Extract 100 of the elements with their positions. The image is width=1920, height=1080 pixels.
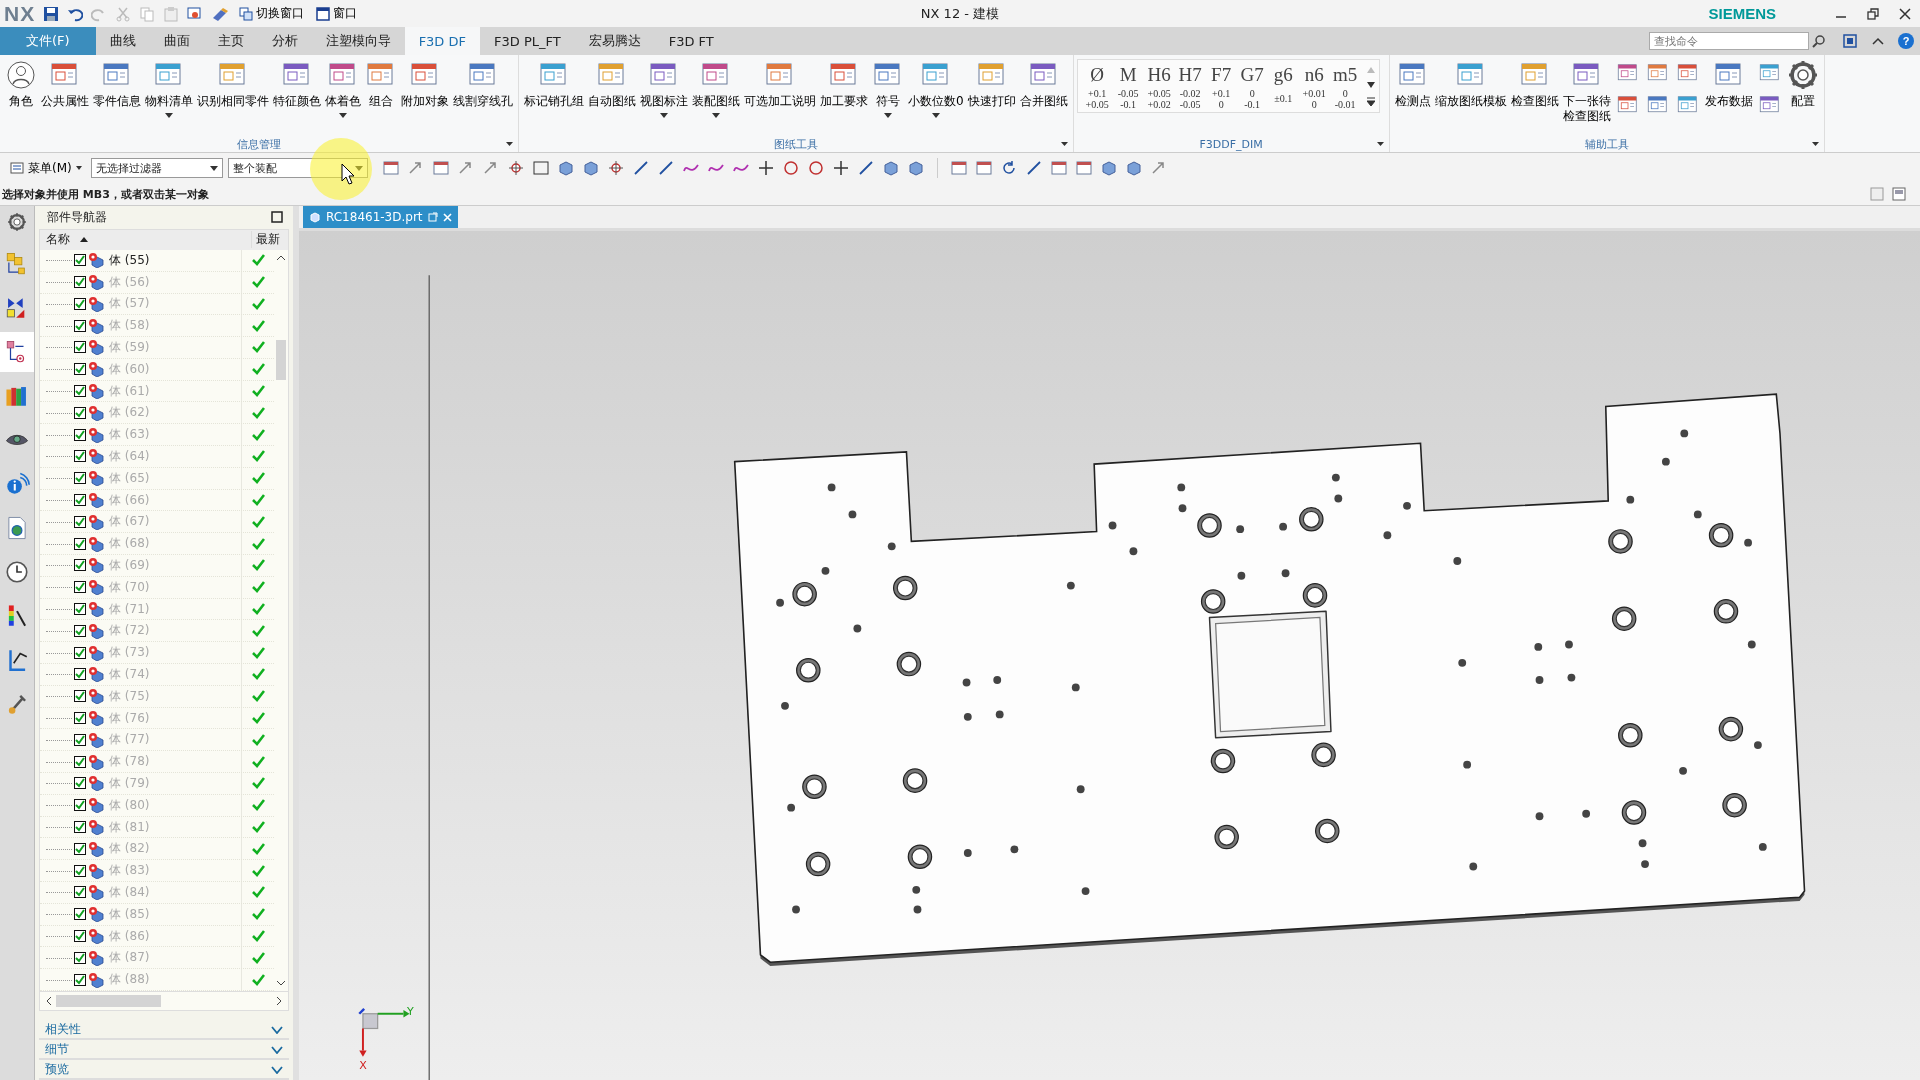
collapsible-section[interactable]: 相关性 [39, 1021, 289, 1040]
ribbon-button[interactable]: 物料清单 [143, 59, 195, 118]
checkbox[interactable] [74, 908, 86, 921]
checkbox[interactable] [74, 450, 86, 463]
checkbox[interactable] [74, 363, 86, 376]
tolerance-button[interactable]: Ø +0.1 +0.05 [1081, 62, 1113, 110]
checkbox[interactable] [74, 581, 86, 594]
ribbon-button[interactable]: 标记销孔组 [522, 59, 586, 109]
cube-icon[interactable] [556, 159, 575, 177]
sheet-icon[interactable] [1049, 159, 1068, 177]
ribbon-button[interactable]: 配置 [1784, 59, 1821, 109]
eraser-icon[interactable] [211, 5, 230, 22]
cube-icon[interactable] [1099, 159, 1118, 177]
tolerance-button[interactable]: n6 +0.01 0 [1298, 62, 1330, 110]
search-icon[interactable] [1812, 34, 1826, 48]
ribbon-button[interactable]: 加工要求 [818, 59, 870, 109]
checkbox[interactable] [74, 624, 86, 637]
quick-access-button[interactable]: 窗口 [314, 5, 360, 22]
column-header[interactable]: 最新 [251, 231, 288, 249]
crosshair-icon[interactable] [831, 159, 850, 177]
plate-drawing[interactable] [733, 393, 1806, 966]
ribbon-button[interactable]: 零件信息 [91, 59, 143, 109]
checkbox[interactable] [74, 472, 86, 485]
ribbon-button[interactable]: 公共属性 [39, 59, 91, 109]
checkbox[interactable] [74, 646, 86, 659]
sheet-icon[interactable] [431, 159, 450, 177]
document-tab[interactable]: RC18461-3D.prt [303, 206, 458, 228]
cube-icon[interactable] [881, 159, 900, 177]
ribbon-button[interactable]: 发布数据 [1702, 59, 1755, 109]
checkbox[interactable] [74, 276, 86, 289]
checkbox[interactable] [74, 755, 86, 768]
ribbon-tab[interactable]: F3D DF [404, 27, 480, 55]
ribbon-tab[interactable]: 主页 [203, 27, 258, 55]
close-icon[interactable] [1898, 6, 1912, 21]
checkbox[interactable] [74, 973, 86, 986]
ribbon-tab[interactable]: F3D PL_FT [480, 27, 575, 55]
tolerance-button[interactable]: m5 0 -0.01 [1329, 62, 1361, 110]
ribbon-tab[interactable]: 注塑模向导 [311, 27, 405, 55]
checkbox[interactable] [74, 864, 86, 877]
ribbon-button[interactable]: 组合 [363, 59, 399, 109]
ribbon-button[interactable]: 合并图纸 [1017, 59, 1070, 109]
filter-dropdown[interactable]: 整个装配 [227, 158, 368, 178]
column-header[interactable]: 名称 [46, 231, 70, 249]
ribbon-tab[interactable]: F3D FT [654, 27, 728, 55]
ribbon-button[interactable]: 检查图纸 [1508, 59, 1561, 109]
quick-access-button[interactable]: 切换窗口 [237, 5, 307, 22]
ribbon-button[interactable]: 视图标注 [638, 59, 690, 118]
sheet-icon[interactable] [974, 159, 993, 177]
tolerance-button[interactable]: H7 -0.02 -0.05 [1174, 62, 1206, 110]
checkbox[interactable] [74, 886, 86, 899]
collapsible-section[interactable]: 预览 [39, 1061, 289, 1080]
tolerance-button[interactable]: M -0.05 -0.1 [1112, 62, 1144, 110]
scroll-down-icon[interactable] [1366, 81, 1375, 88]
checkbox[interactable] [74, 537, 86, 550]
ribbon-button[interactable]: 缩放图纸模板 [1432, 59, 1509, 109]
panel-icon[interactable] [1892, 187, 1906, 201]
point-icon[interactable] [606, 159, 625, 177]
checkbox[interactable] [74, 821, 86, 833]
ribbon-button[interactable]: 小数位数0 [906, 59, 966, 118]
checkbox[interactable] [74, 428, 86, 441]
checkbox[interactable] [74, 930, 86, 942]
checkbox[interactable] [74, 951, 86, 964]
scroll-right-icon[interactable] [276, 997, 282, 1005]
checkbox[interactable] [74, 515, 86, 528]
help-button[interactable]: ? [1898, 33, 1914, 49]
ribbon-button[interactable]: 特征颜色 [271, 59, 323, 109]
checkbox[interactable] [74, 799, 86, 812]
tolerance-button[interactable]: F7 +0.1 0 [1205, 62, 1237, 110]
ribbon-button[interactable]: 符号 [870, 59, 906, 118]
checkbox[interactable] [74, 297, 86, 310]
ribbon-button[interactable]: 附加对象 [399, 59, 451, 109]
save-icon[interactable] [43, 5, 60, 22]
checkbox[interactable] [74, 385, 86, 398]
collapsible-section[interactable]: 细节 [39, 1041, 289, 1060]
ribbon-tab[interactable]: 文件(F) [0, 27, 96, 55]
group-menu-icon[interactable] [1060, 142, 1068, 146]
ribbon-button[interactable]: 装配图纸 [690, 59, 742, 118]
maximize-icon[interactable] [271, 211, 283, 224]
checkbox[interactable] [74, 712, 86, 725]
cube-icon[interactable] [581, 159, 600, 177]
checkbox[interactable] [74, 406, 86, 419]
checkbox[interactable] [74, 603, 86, 616]
group-menu-icon[interactable] [1811, 142, 1819, 146]
ribbon-tab[interactable]: 曲线 [95, 27, 150, 55]
circle-icon[interactable] [806, 159, 825, 177]
restore-icon[interactable] [1866, 6, 1880, 21]
menu-button[interactable]: 菜单(M) [6, 159, 86, 177]
scroll-down-icon[interactable] [277, 980, 285, 986]
sort-ascending-icon[interactable] [80, 237, 88, 243]
ribbon-button[interactable]: 角色 [3, 59, 39, 109]
crosshair-icon[interactable] [756, 159, 775, 177]
tolerance-button[interactable]: g6 ±0.1 [1267, 62, 1299, 110]
resource-tab[interactable] [0, 332, 34, 372]
ribbon-tab[interactable]: 分析 [257, 27, 312, 55]
sheet-icon[interactable] [949, 159, 968, 177]
checkbox[interactable] [74, 494, 86, 507]
ribbon-button[interactable]: 下一张待 检查图纸 [1560, 59, 1613, 124]
ribbon-button[interactable]: 自动图纸 [586, 59, 638, 109]
tree-item-label[interactable]: 体 (55) [109, 251, 239, 269]
ribbon-button[interactable]: 线割穿线孔 [451, 59, 515, 109]
